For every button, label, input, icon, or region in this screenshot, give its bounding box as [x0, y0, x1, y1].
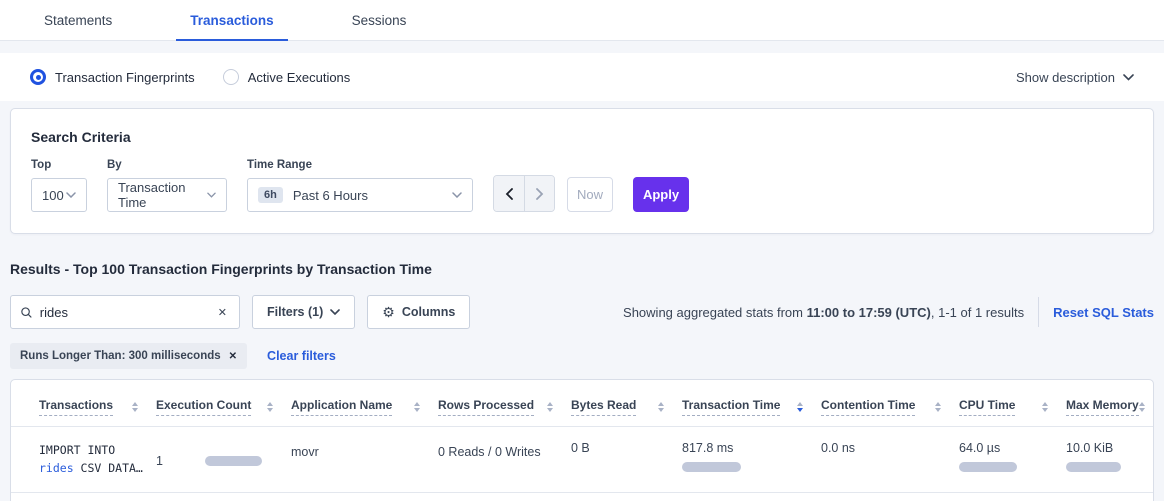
top-select-value: 100 — [42, 188, 64, 203]
stats-time-range: 11:00 to 17:59 (UTC) — [807, 305, 931, 320]
now-button[interactable]: Now — [567, 177, 613, 212]
sort-icon[interactable] — [1139, 402, 1145, 412]
table-row: IMPORT INTO rides CSV DATA… 1 movr 0 Rea… — [11, 427, 1153, 492]
radio-active-executions[interactable]: Active Executions — [223, 69, 351, 85]
by-select[interactable]: Transaction Time — [107, 178, 227, 212]
reset-sql-stats-link[interactable]: Reset SQL Stats — [1053, 305, 1154, 320]
clear-search-icon[interactable]: ✕ — [216, 304, 229, 321]
transaction-time-bar — [682, 462, 741, 472]
search-icon — [21, 306, 32, 319]
filters-button[interactable]: Filters (1) — [252, 295, 355, 329]
by-field: By Transaction Time — [107, 159, 227, 212]
transactions-page: Statements Transactions Sessions Transac… — [0, 0, 1164, 501]
cell-bytes-read: 0 B — [571, 427, 682, 492]
search-input[interactable] — [40, 305, 216, 320]
top-field: Top 100 — [31, 159, 87, 212]
aggregated-stats-text: Showing aggregated stats from 11:00 to 1… — [623, 305, 1024, 320]
prev-time-button[interactable] — [494, 176, 524, 211]
chevron-down-icon — [1123, 74, 1134, 81]
column-header-max-memory[interactable]: Max Memory — [1066, 386, 1163, 426]
column-header-contention-time[interactable]: Contention Time — [821, 386, 959, 426]
filter-chip-label: Runs Longer Than: 300 milliseconds — [20, 350, 221, 362]
sort-icon[interactable] — [414, 402, 420, 412]
sort-icon[interactable] — [547, 402, 553, 412]
radio-unselected-icon — [223, 69, 239, 85]
next-time-button[interactable] — [524, 176, 554, 211]
max-memory-bar — [1066, 462, 1121, 472]
top-select[interactable]: 100 — [31, 178, 87, 212]
chevron-left-icon — [505, 188, 513, 200]
table-header-row: Transactions Execution Count Application… — [11, 386, 1153, 426]
show-description-label: Show description — [1016, 70, 1115, 85]
vertical-divider — [1038, 297, 1039, 327]
chevron-down-icon — [207, 192, 216, 198]
results-controls: ✕ Filters (1) ⚙ Columns Showing aggregat… — [10, 295, 1154, 329]
time-range-select[interactable]: 6h Past 6 Hours — [247, 178, 473, 212]
filters-button-label: Filters (1) — [267, 305, 323, 319]
radio-transaction-fingerprints[interactable]: Transaction Fingerprints — [30, 69, 195, 85]
radio-label: Transaction Fingerprints — [55, 70, 195, 85]
cell-contention-time: 0.0 ns — [821, 427, 959, 492]
show-description-toggle[interactable]: Show description — [1016, 70, 1134, 85]
search-box: ✕ — [10, 295, 240, 329]
cell-application-name: movr — [291, 427, 438, 492]
columns-button-label: Columns — [402, 305, 455, 319]
gear-icon: ⚙ — [382, 305, 395, 319]
chevron-down-icon — [452, 192, 462, 198]
by-label: By — [107, 159, 227, 171]
time-range-field: Time Range 6h Past 6 Hours — [247, 159, 473, 212]
column-header-cpu-time[interactable]: CPU Time — [959, 386, 1066, 426]
column-header-execution-count[interactable]: Execution Count — [156, 386, 291, 426]
view-toggle-band: Transaction Fingerprints Active Executio… — [0, 53, 1164, 101]
cell-max-memory: 10.0 KiB — [1066, 427, 1153, 492]
column-header-rows-processed[interactable]: Rows Processed — [438, 386, 571, 426]
remove-filter-icon[interactable]: ✕ — [229, 351, 237, 362]
chevron-down-icon — [330, 309, 340, 315]
filter-chip-row: Runs Longer Than: 300 milliseconds ✕ Cle… — [10, 343, 1154, 369]
column-header-transactions[interactable]: Transactions — [39, 386, 156, 426]
search-criteria-card: Search Criteria Top 100 By Transaction T… — [10, 108, 1154, 234]
top-label: Top — [31, 159, 87, 171]
sort-icon[interactable] — [1042, 402, 1048, 412]
column-header-bytes-read[interactable]: Bytes Read — [571, 386, 682, 426]
columns-button[interactable]: ⚙ Columns — [367, 295, 470, 329]
sort-icon-active-desc[interactable] — [797, 402, 803, 412]
filter-chip: Runs Longer Than: 300 milliseconds ✕ — [10, 343, 247, 369]
cpu-time-bar — [959, 462, 1017, 472]
table-name-link[interactable]: rides — [39, 461, 74, 475]
chevron-right-icon — [536, 188, 544, 200]
time-range-stepper — [493, 175, 555, 212]
sort-icon[interactable] — [267, 402, 273, 412]
tab-statements[interactable]: Statements — [30, 3, 126, 40]
results-table-card: Transactions Execution Count Application… — [10, 379, 1154, 501]
radio-label: Active Executions — [248, 70, 351, 85]
tab-bar: Statements Transactions Sessions — [0, 0, 1164, 41]
by-select-value: Transaction Time — [118, 180, 207, 210]
tab-sessions[interactable]: Sessions — [338, 3, 421, 40]
time-range-value: Past 6 Hours — [293, 188, 368, 203]
sort-icon[interactable] — [935, 402, 941, 412]
cell-transaction-fingerprint[interactable]: IMPORT INTO rides CSV DATA… — [39, 427, 156, 492]
cell-rows-processed: 0 Reads / 0 Writes — [438, 427, 571, 492]
cell-transaction-time: 817.8 ms — [682, 427, 821, 492]
time-range-label: Time Range — [247, 159, 473, 171]
radio-selected-icon — [30, 69, 46, 85]
time-range-badge: 6h — [258, 187, 283, 203]
chevron-down-icon — [66, 192, 76, 198]
results-heading: Results - Top 100 Transaction Fingerprin… — [10, 261, 1154, 277]
cell-execution-count: 1 — [156, 427, 291, 492]
cell-cpu-time: 64.0 µs — [959, 427, 1066, 492]
search-criteria-title: Search Criteria — [31, 129, 1133, 145]
sort-icon[interactable] — [132, 402, 138, 412]
clear-filters-link[interactable]: Clear filters — [267, 349, 336, 363]
sort-icon[interactable] — [658, 402, 664, 412]
column-header-transaction-time[interactable]: Transaction Time — [682, 386, 821, 426]
apply-button[interactable]: Apply — [633, 177, 689, 212]
column-header-application-name[interactable]: Application Name — [291, 386, 438, 426]
execution-count-bar — [205, 456, 262, 466]
tab-transactions[interactable]: Transactions — [176, 3, 287, 40]
